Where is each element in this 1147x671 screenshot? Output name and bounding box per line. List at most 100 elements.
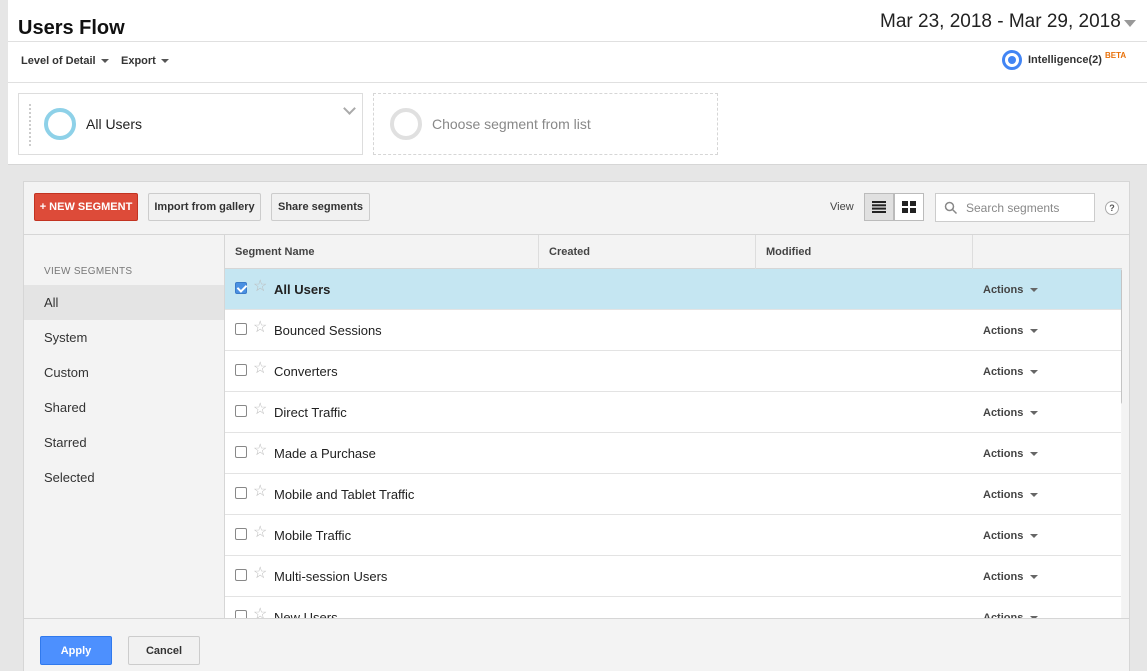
star-icon[interactable]: ☆ [253,607,267,619]
caret-down-icon [1030,452,1039,456]
actions-menu[interactable]: Actions [983,366,1039,378]
grid-view-button[interactable] [894,193,924,221]
row-checkbox[interactable] [235,323,247,335]
report-header: Users Flow Mar 23, 2018 - Mar 29, 2018 L… [8,0,1147,165]
actions-label: Actions [983,284,1024,296]
actions-menu[interactable]: Actions [983,571,1039,583]
view-label: View [830,201,854,213]
page-title: Users Flow [18,17,125,39]
actions-menu[interactable]: Actions [983,325,1039,337]
row-checkbox[interactable] [235,610,247,618]
actions-menu[interactable]: Actions [983,284,1039,296]
segment-picker-panel: + NEW SEGMENT Import from gallery Share … [23,181,1130,671]
segment-name[interactable]: New Users [274,610,338,618]
apply-button[interactable]: Apply [40,636,112,665]
row-checkbox[interactable] [235,528,247,540]
segment-sidebar: VIEW SEGMENTS All System Custom Shared S… [24,235,225,618]
actions-label: Actions [983,489,1024,501]
star-icon[interactable]: ☆ [253,361,267,377]
beta-badge: BETA [1104,50,1127,60]
segment-name[interactable]: Made a Purchase [274,446,376,461]
segment-name[interactable]: All Users [274,282,330,297]
sidebar-heading: VIEW SEGMENTS [44,266,133,277]
list-view-icon [872,201,886,213]
table-row[interactable]: ☆ Multi-session Users Actions [225,556,1122,597]
cancel-button[interactable]: Cancel [128,636,200,665]
search-segments-field[interactable] [935,193,1095,222]
segment-name[interactable]: Mobile and Tablet Traffic [274,487,414,502]
star-icon[interactable]: ☆ [253,279,267,295]
table-row[interactable]: ☆ Mobile and Tablet Traffic Actions [225,474,1122,515]
caret-down-icon [1030,575,1039,579]
row-checkbox[interactable] [235,487,247,499]
report-toolbar: Level of Detail Export Intelligence(2) B… [8,41,1147,83]
star-icon[interactable]: ☆ [253,525,267,541]
actions-label: Actions [983,571,1024,583]
caret-down-icon [1030,329,1039,333]
table-scrollbar[interactable] [1121,269,1122,618]
segment-name[interactable]: Multi-session Users [274,569,387,584]
scrollbar-thumb[interactable] [1121,269,1122,404]
new-segment-button[interactable]: + NEW SEGMENT [34,193,138,221]
actions-menu[interactable]: Actions [983,448,1039,460]
search-segments-input[interactable] [966,200,1091,215]
caret-down-icon [1030,411,1039,415]
caret-down-icon [1030,370,1039,374]
table-row[interactable]: ☆ Made a Purchase Actions [225,433,1122,474]
actions-menu[interactable]: Actions [983,530,1039,542]
star-icon[interactable]: ☆ [253,443,267,459]
star-icon[interactable]: ☆ [253,320,267,336]
table-row[interactable]: ☆ Direct Traffic Actions [225,392,1122,433]
segment-name[interactable]: Converters [274,364,338,379]
sidebar-item-selected[interactable]: Selected [24,460,224,495]
intelligence-button[interactable]: Intelligence(2) BETA [1002,50,1126,70]
empty-segment-slot[interactable]: Choose segment from list [373,93,718,155]
chevron-down-icon[interactable] [343,102,356,115]
list-view-button[interactable] [864,193,894,221]
segment-name[interactable]: Direct Traffic [274,405,347,420]
active-segment-card[interactable]: All Users [18,93,363,155]
actions-label: Actions [983,407,1024,419]
column-segment-name[interactable]: Segment Name [225,235,539,269]
table-row[interactable]: ☆ Mobile Traffic Actions [225,515,1122,556]
search-icon [944,201,958,214]
export-menu[interactable]: Export [121,55,169,67]
actions-label: Actions [983,448,1024,460]
row-checkbox[interactable] [235,364,247,376]
actions-menu[interactable]: Actions [983,407,1039,419]
share-segments-button[interactable]: Share segments [271,193,370,221]
level-of-detail-label: Level of Detail [21,55,96,67]
export-label: Export [121,55,156,67]
star-icon[interactable]: ☆ [253,484,267,500]
table-row[interactable]: ☆ All Users Actions [225,269,1122,310]
star-icon[interactable]: ☆ [253,402,267,418]
actions-label: Actions [983,530,1024,542]
star-icon[interactable]: ☆ [253,566,267,582]
actions-menu[interactable]: Actions [983,489,1039,501]
caret-down-icon [1030,534,1039,538]
column-modified[interactable]: Modified [756,235,973,269]
segments-table: Segment Name Created Modified ☆ All Users… [225,235,1122,618]
segment-name[interactable]: Bounced Sessions [274,323,382,338]
row-checkbox[interactable] [235,405,247,417]
table-row[interactable]: ☆ Bounced Sessions Actions [225,310,1122,351]
row-checkbox[interactable] [235,446,247,458]
sidebar-item-all[interactable]: All [24,285,224,320]
sidebar-item-shared[interactable]: Shared [24,390,224,425]
date-range-picker[interactable]: Mar 23, 2018 - Mar 29, 2018 [874,6,1142,38]
column-created[interactable]: Created [539,235,756,269]
row-checkbox[interactable] [235,282,247,294]
row-checkbox[interactable] [235,569,247,581]
help-icon[interactable]: ? [1105,201,1119,215]
table-row[interactable]: ☆ New Users Actions [225,597,1122,618]
level-of-detail-menu[interactable]: Level of Detail [21,55,109,67]
drag-handle-icon[interactable] [29,104,32,146]
sidebar-item-custom[interactable]: Custom [24,355,224,390]
grid-view-icon [902,201,916,213]
sidebar-item-starred[interactable]: Starred [24,425,224,460]
table-row[interactable]: ☆ Converters Actions [225,351,1122,392]
date-range-text: Mar 23, 2018 - Mar 29, 2018 [880,11,1121,32]
import-from-gallery-button[interactable]: Import from gallery [148,193,261,221]
sidebar-item-system[interactable]: System [24,320,224,355]
segment-name[interactable]: Mobile Traffic [274,528,351,543]
